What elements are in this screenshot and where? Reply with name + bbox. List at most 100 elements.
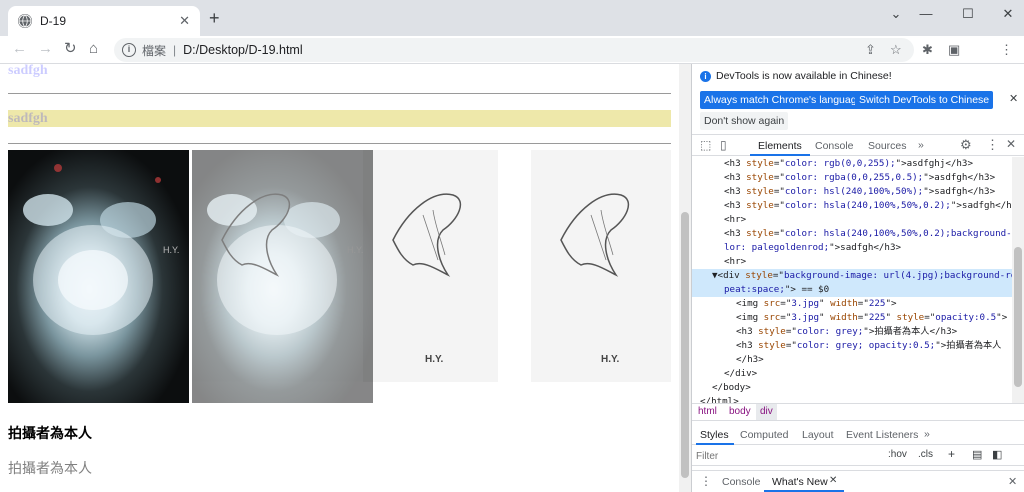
dom-tree-line[interactable]: peat:space;"> == $0 [692, 283, 1012, 297]
dom-tree-line[interactable]: </body> [692, 381, 1012, 395]
separator: | [173, 43, 177, 57]
dom-tree-line[interactable]: lor: palegoldenrod;">sadfgh</h3> [692, 241, 1012, 255]
dom-tree[interactable]: <h3 style="color: rgb(0,0,255);">asdfghj… [692, 157, 1024, 403]
styles-filter-row: :hov .cls + ▤ ◧ [692, 446, 1024, 466]
tab-elements[interactable]: Elements [758, 139, 802, 153]
caption-heading-translucent: 拍攝者為本人 [8, 460, 92, 476]
devtools-panel: i DevTools is now available in Chinese! … [691, 64, 1024, 492]
tab-styles[interactable]: Styles [700, 428, 729, 442]
tab-console[interactable]: Console [815, 139, 854, 153]
tab-computed[interactable]: Computed [740, 428, 788, 442]
address-bar[interactable]: i 檔案 | D:/Desktop/D-19.html [114, 38, 914, 62]
more-options-icon[interactable]: ⋮ [986, 137, 999, 153]
home-icon[interactable]: ⌂ [89, 40, 98, 58]
drawer-tabbar: ⋮ Console What's New ✕ ✕ [692, 470, 1024, 492]
image-container: H.Y. H.Y. H.Y. H.Y. [8, 150, 671, 403]
page-heading: sadfgh [8, 64, 48, 78]
tab-title: D-19 [40, 14, 67, 28]
paint-icon[interactable]: ▤ [972, 448, 982, 461]
switch-language-button[interactable]: Switch DevTools to Chinese [855, 91, 994, 109]
scrollbar-thumb[interactable] [681, 212, 689, 478]
filter-input[interactable] [696, 448, 876, 464]
minimize-button[interactable]: — [912, 4, 940, 24]
match-language-button[interactable]: Always match Chrome's language [700, 91, 867, 109]
drawer-tab-console[interactable]: Console [722, 475, 761, 489]
page-scrollbar[interactable] [679, 64, 691, 492]
dom-tree-line[interactable]: <hr> [692, 255, 1012, 269]
sidebar-toggle-icon[interactable]: ◧ [992, 448, 1002, 461]
close-window-button[interactable]: ✕ [994, 4, 1022, 24]
dom-tree-line[interactable]: <h3 style="color: hsla(240,100%,50%,0.2)… [692, 227, 1012, 241]
breadcrumb-html[interactable]: html [698, 404, 717, 420]
breadcrumb: html body div [692, 403, 1024, 421]
tab-sources[interactable]: Sources [868, 139, 907, 153]
tab-event-listeners[interactable]: Event Listeners [846, 428, 918, 442]
security-label: 檔案 [142, 43, 167, 58]
dom-tree-line[interactable]: </div> [692, 367, 1012, 381]
dom-tree-line[interactable]: <img src="3.jpg" width="225"> [692, 297, 1012, 311]
highlighted-heading: sadfgh [8, 110, 671, 127]
dom-tree-line[interactable]: </html> [692, 395, 1012, 403]
rose-photo: H.Y. [8, 150, 189, 403]
browser-tab[interactable]: D-19 ✕ [8, 6, 200, 36]
chevron-down-icon[interactable]: ⌄ [882, 4, 910, 24]
menu-icon[interactable]: ⋮ [1000, 42, 1013, 58]
watermark-text: H.Y. [347, 245, 364, 255]
breadcrumb-div[interactable]: div [756, 404, 777, 420]
active-tab-indicator [696, 443, 734, 445]
sketch-background-tile: H.Y. [531, 150, 671, 382]
caption-heading: 拍攝者為本人 [8, 425, 92, 441]
hover-toggle[interactable]: :hov [888, 449, 907, 460]
reload-icon[interactable]: ↻ [64, 40, 77, 58]
forward-arrow-icon[interactable]: → [38, 40, 53, 58]
new-tab-button[interactable]: + [209, 9, 220, 27]
close-drawer-icon[interactable]: ✕ [1008, 475, 1017, 488]
devtools-tabbar: ⬚ ▯ Elements Console Sources » ⚙ ⋮ ✕ [692, 134, 1024, 156]
tab-strip: D-19 ✕ + ⌄ — ☐ ✕ [0, 0, 1024, 36]
info-icon[interactable]: i [122, 43, 136, 57]
class-toggle[interactable]: .cls [918, 449, 933, 460]
dom-tree-line[interactable]: <h3 style="color: grey;">拍攝者為本人</h3> [692, 325, 1012, 339]
browser-toolbar: ← → ↻ ⌂ i 檔案 | D:/Desktop/D-19.html ⇪ ☆ … [0, 36, 1024, 95]
back-arrow-icon[interactable]: ← [12, 40, 27, 58]
dom-tree-scrollbar[interactable] [1012, 157, 1024, 403]
tab-layout[interactable]: Layout [802, 428, 834, 442]
close-drawer-tab-icon[interactable]: ✕ [829, 475, 837, 486]
watermark-text: H.Y. [425, 354, 444, 365]
dom-tree-line[interactable]: <h3 style="color: grey; opacity:0.5;">拍攝… [692, 339, 1012, 353]
more-tabs-icon[interactable]: » [924, 427, 930, 441]
star-icon[interactable]: ☆ [890, 42, 902, 58]
dom-tree-line[interactable]: <h3 style="color: rgba(0,0,255,0.5);">as… [692, 171, 1012, 185]
dom-tree-line[interactable]: </h3> [692, 353, 1012, 367]
watermark-text: H.Y. [163, 245, 180, 255]
more-tabs-icon[interactable]: » [918, 138, 924, 152]
inspect-icon[interactable]: ⬚ [700, 138, 711, 152]
dom-tree-line[interactable]: <hr> [692, 213, 1012, 227]
close-devtools-icon[interactable]: ✕ [1006, 137, 1016, 151]
watermark-text: H.Y. [601, 354, 620, 365]
maximize-button[interactable]: ☐ [954, 4, 982, 24]
dont-show-again-button[interactable]: Don't show again [700, 112, 789, 130]
breadcrumb-body[interactable]: body [729, 404, 751, 420]
drawer-tab-whats-new[interactable]: What's New [772, 475, 828, 489]
dom-tree-line[interactable]: <h3 style="color: hsla(240,100%,50%,0.2)… [692, 199, 1012, 213]
web-page: sadfgh sadfgh H.Y. H.Y. H.Y. H.Y. 拍攝者為本人… [0, 64, 679, 492]
rose-photo-translucent: H.Y. [192, 150, 373, 403]
device-toolbar-icon[interactable]: ▯ [720, 138, 727, 152]
share-icon[interactable]: ⇪ [865, 42, 876, 58]
info-icon: i [700, 71, 711, 82]
dom-tree-line[interactable]: <h3 style="color: rgb(0,0,255);">asdfghj… [692, 157, 1012, 171]
dom-tree-line[interactable]: <h3 style="color: hsl(240,100%,50%);">sa… [692, 185, 1012, 199]
close-notice-icon[interactable]: ✕ [1009, 92, 1018, 105]
add-rule-icon[interactable]: + [948, 447, 955, 461]
side-panel-icon[interactable]: ▣ [948, 42, 960, 58]
horizontal-rule [8, 93, 671, 94]
scrollbar-thumb[interactable] [1014, 247, 1022, 387]
gear-icon[interactable]: ⚙ [960, 137, 972, 153]
close-tab-icon[interactable]: ✕ [179, 13, 190, 29]
dom-tree-line[interactable]: ▼<div style="background-image: url(4.jpg… [692, 269, 1012, 283]
styles-tabbar: Styles Computed Layout Event Listeners » [692, 425, 1024, 445]
drawer-menu-icon[interactable]: ⋮ [700, 474, 712, 488]
extensions-icon[interactable]: ✱ [922, 42, 933, 58]
dom-tree-line[interactable]: <img src="3.jpg" width="225" style="opac… [692, 311, 1012, 325]
